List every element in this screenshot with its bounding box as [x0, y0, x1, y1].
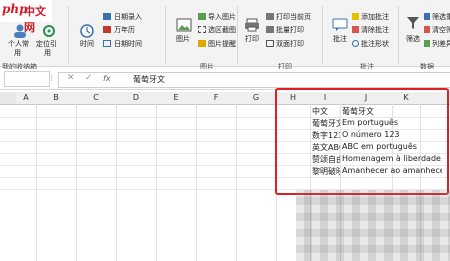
grid-line: [236, 104, 237, 261]
funnel-icon: [407, 17, 419, 29]
print-current-page-label: 打印当前页: [276, 13, 311, 21]
picture-alert-label: 图片提醒: [208, 40, 236, 48]
column-header-d[interactable]: D: [116, 92, 157, 105]
column-header-f[interactable]: F: [196, 92, 237, 105]
filter-label: 筛选: [406, 35, 420, 43]
formula-input[interactable]: ✕ ✓ fx 葡萄牙文: [58, 72, 450, 88]
column-header-e[interactable]: E: [156, 92, 197, 105]
calendar-red-icon: [103, 26, 111, 33]
printer-icon: [245, 18, 259, 32]
picture-label: 图片: [176, 35, 190, 43]
shape-icon: [352, 40, 359, 47]
calendar-icon: [103, 13, 111, 20]
filter-duplicates-label: 筛选重: [432, 13, 450, 21]
selection-screenshot-label: 选区截图: [208, 26, 236, 34]
clear-note-icon: [352, 26, 359, 33]
highlight-box: [275, 88, 449, 195]
ribbon-separator: [322, 6, 323, 64]
formula-bar: ⋮ ✕ ✓ fx 葡萄牙文: [0, 69, 450, 90]
grid-line: [116, 104, 117, 261]
ribbon-separator: [237, 6, 238, 64]
duplex-print-icon: [266, 40, 274, 47]
grid-line: [76, 104, 77, 261]
ribbon-separator: [398, 6, 399, 64]
print-label: 打印: [245, 35, 259, 43]
time-label: 时间: [80, 40, 94, 48]
clear-annotation-label: 清除批注: [361, 26, 389, 34]
date-insert-label: 日期录入: [114, 13, 142, 21]
comment-icon: [332, 18, 348, 31]
clock-small-icon: [103, 40, 111, 47]
ribbon-separator: [165, 6, 166, 64]
batch-print-label: 批量打印: [276, 26, 304, 34]
column-header-g[interactable]: G: [236, 92, 277, 105]
locate-icon: [43, 25, 55, 37]
more-options-icon[interactable]: ⋮: [48, 74, 55, 82]
clear-filter-icon: [424, 26, 430, 33]
annotation-shape-label: 批注形状: [361, 40, 389, 48]
print-page-icon: [266, 13, 274, 20]
add-note-icon: [352, 13, 359, 20]
column-header-b[interactable]: B: [36, 92, 77, 105]
select-all-corner[interactable]: [0, 92, 17, 105]
grid-line: [36, 104, 37, 261]
fx-icon[interactable]: fx: [103, 74, 111, 83]
name-box[interactable]: [4, 71, 50, 87]
column-diff-label: 列差异: [432, 40, 450, 48]
duplex-print-label: 双面打印: [276, 40, 304, 48]
import-picture-label: 导入图片: [208, 13, 236, 21]
add-annotation-label: 添加批注: [361, 13, 389, 21]
clear-filter-label: 清空筛: [432, 26, 450, 34]
blurred-region: [296, 190, 450, 261]
ribbon-toolbar: php 中文网 个人常 用 定位引 用 我的收纳箱 时间 日期录入 万年历 日期…: [0, 0, 450, 71]
screenshot-icon: [198, 26, 206, 33]
import-picture-icon: [198, 13, 206, 20]
annotate-label: 批注: [333, 35, 347, 43]
grid-line: [196, 104, 197, 261]
date-time-label: 日期时间: [114, 40, 142, 48]
column-header-a[interactable]: A: [16, 92, 37, 105]
column-header-c[interactable]: C: [76, 92, 117, 105]
confirm-icon[interactable]: ✓: [85, 73, 93, 83]
calendar-label: 万年历: [114, 26, 135, 34]
formula-value: 葡萄牙文: [133, 75, 165, 84]
batch-print-icon: [266, 26, 274, 33]
ribbon-separator: [68, 6, 69, 64]
filter-dup-icon: [424, 13, 430, 20]
clock-icon: [80, 24, 94, 38]
site-watermark-logo: php 中文网: [0, 0, 52, 34]
picture-icon: [176, 18, 192, 32]
alert-icon: [198, 40, 206, 47]
cancel-icon[interactable]: ✕: [67, 73, 75, 83]
grid-line: [156, 104, 157, 261]
person-icon: [14, 24, 26, 38]
column-diff-icon: [424, 40, 430, 47]
